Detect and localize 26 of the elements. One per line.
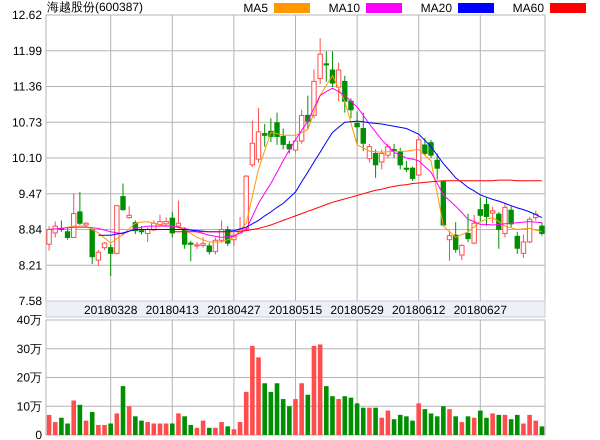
legend-label: MA10 (328, 0, 360, 14)
y-axis-label: 11.99 (12, 44, 42, 58)
y-axis-label: 8.21 (18, 258, 42, 272)
y-axis-label: 7.58 (18, 294, 42, 308)
y-axis-label: 10万 (16, 399, 42, 414)
x-axis-label: 20180529 (330, 303, 384, 317)
y-axis-label: 12.62 (12, 8, 42, 22)
x-axis-label: 20180328 (84, 303, 138, 317)
legend-label: MA20 (420, 0, 452, 14)
x-axis-label: 20180427 (207, 303, 261, 317)
y-axis-label: 11.36 (12, 80, 42, 94)
y-axis-label: 10.10 (12, 151, 42, 165)
y-axis-label: 20万 (16, 370, 42, 384)
x-axis-label: 20180627 (454, 303, 507, 317)
y-axis-label: 40万 (16, 313, 42, 327)
y-axis-label: 30万 (16, 342, 42, 356)
y-axis-label: 0 (35, 428, 42, 440)
y-axis-label: 10.73 (12, 115, 42, 130)
x-axis-label: 20180515 (268, 303, 322, 317)
x-axis-label: 20180413 (146, 303, 199, 317)
y-axis-label: 9.47 (18, 186, 42, 201)
y-axis-label: 8.84 (18, 222, 42, 236)
legend-label: MA60 (512, 0, 544, 14)
stock-title: 海越股份(600387) (47, 0, 144, 16)
legend-label: MA5 (242, 0, 268, 14)
x-axis-label: 20180612 (392, 303, 446, 317)
